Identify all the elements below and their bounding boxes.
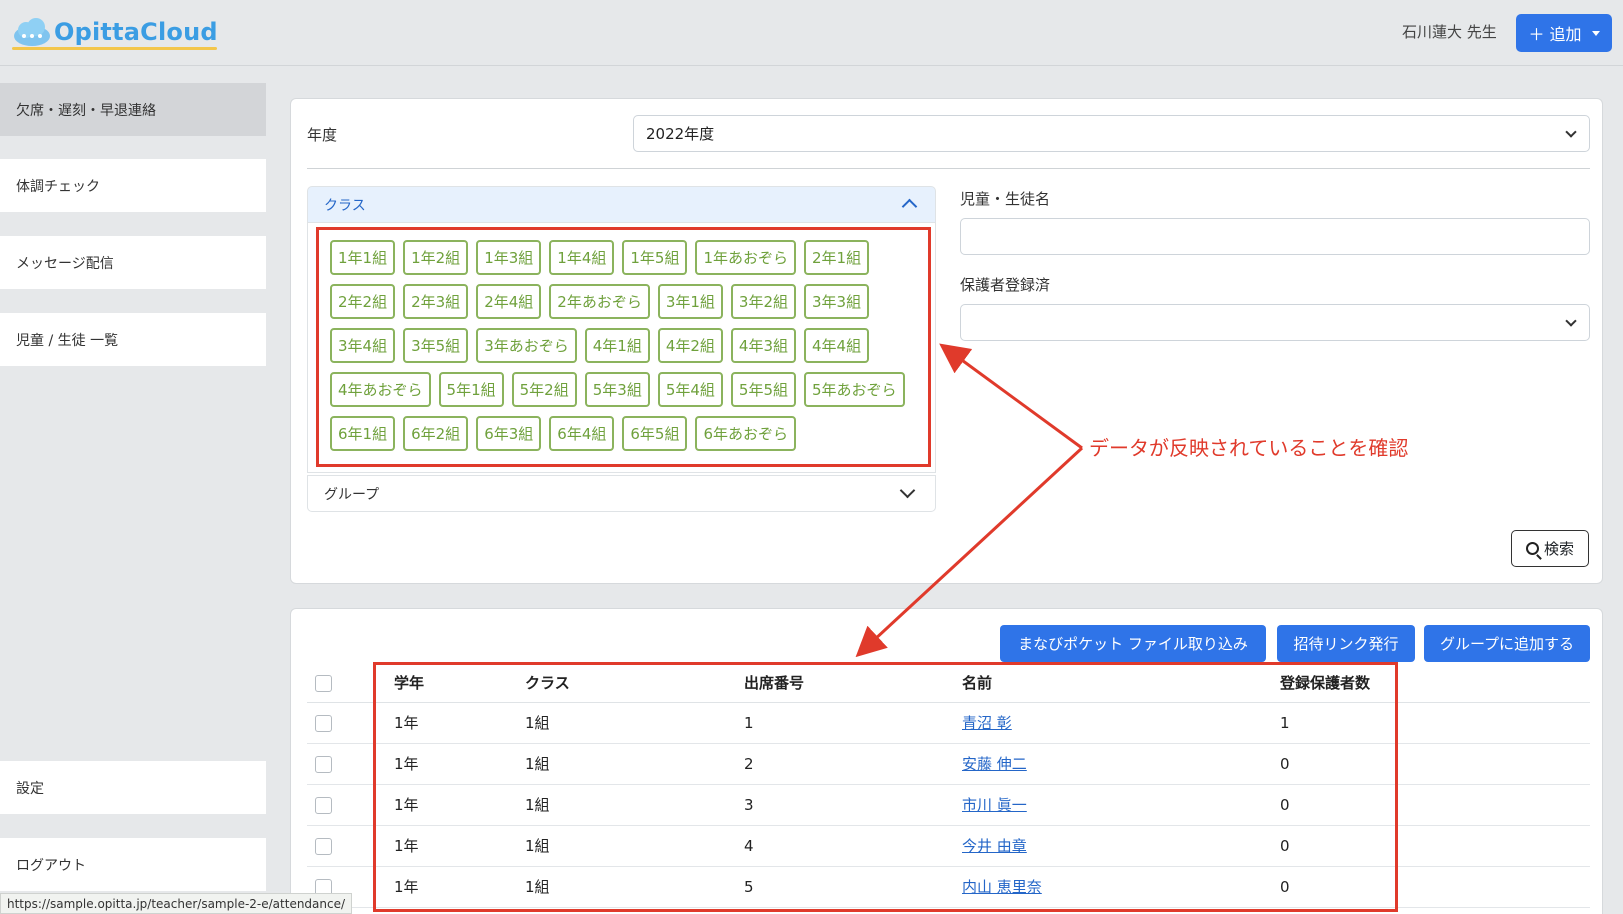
sidebar-item-health-check[interactable]: 体調チェック xyxy=(0,159,266,212)
class-accordion-title: クラス xyxy=(324,197,366,214)
logo-underline xyxy=(12,47,217,50)
app-logo[interactable]: OpittaCloud xyxy=(12,16,218,50)
add-button[interactable]: ＋ 追加 xyxy=(1516,14,1612,52)
import-file-button[interactable]: まなびポケット ファイル取り込み xyxy=(1000,625,1266,662)
add-button-label: ＋ 追加 xyxy=(1528,25,1582,44)
year-select-value: 2022年度 xyxy=(646,125,715,143)
sidebar-item-logout[interactable]: ログアウト xyxy=(0,838,266,891)
teacher-name: 石川蓮大 先生 xyxy=(1402,23,1497,41)
chevron-up-icon xyxy=(901,198,918,215)
group-accordion-title: グループ xyxy=(324,486,380,503)
cloud-logo-icon xyxy=(12,16,52,48)
search-button-label: 検索 xyxy=(1543,540,1574,558)
sidebar-item-label: 設定 xyxy=(16,780,44,797)
student-name-input[interactable] xyxy=(960,218,1590,255)
year-select[interactable]: 2022年度 xyxy=(633,115,1590,152)
sidebar-item-label: 欠席・遅刻・早退連絡 xyxy=(16,102,156,119)
sidebar-item-label: 体調チェック xyxy=(16,178,100,195)
class-accordion-header[interactable]: クラス xyxy=(307,186,936,223)
add-to-group-button[interactable]: グループに追加する xyxy=(1424,625,1590,662)
logo-text: OpittaCloud xyxy=(54,18,218,46)
guardian-registered-label: 保護者登録済 xyxy=(960,276,1051,294)
search-icon xyxy=(1525,542,1539,555)
sidebar-item-students[interactable]: 児童 / 生徒 一覧 xyxy=(0,313,266,366)
chevron-down-icon xyxy=(899,482,916,499)
top-header: OpittaCloud 石川蓮大 先生 ＋ 追加 xyxy=(0,0,1623,66)
sidebar-item-messages[interactable]: メッセージ配信 xyxy=(0,236,266,289)
annotation-text: データが反映されていることを確認 xyxy=(1089,436,1409,460)
status-bar-url: https://sample.opitta.jp/teacher/sample-… xyxy=(0,893,353,914)
sidebar-item-attendance[interactable]: 欠席・遅刻・早退連絡 xyxy=(0,83,266,136)
invite-link-button[interactable]: 招待リンク発行 xyxy=(1277,625,1415,662)
guardian-registered-select[interactable] xyxy=(960,304,1590,341)
divider xyxy=(307,168,1590,169)
row-checkbox[interactable] xyxy=(315,837,332,855)
row-checkbox[interactable] xyxy=(315,796,332,814)
year-label: 年度 xyxy=(307,126,338,144)
caret-down-icon xyxy=(1591,30,1600,36)
row-checkbox[interactable] xyxy=(315,714,332,732)
chevron-down-icon xyxy=(1565,126,1577,138)
select-all-checkbox[interactable] xyxy=(315,674,332,692)
group-accordion-header[interactable]: グループ xyxy=(307,475,936,512)
search-button[interactable]: 検索 xyxy=(1511,530,1589,567)
table-highlight-box xyxy=(373,662,1398,912)
student-name-label: 児童・生徒名 xyxy=(960,190,1051,208)
sidebar-item-settings[interactable]: 設定 xyxy=(0,761,266,814)
chevron-down-icon xyxy=(1565,315,1577,327)
sidebar-item-label: メッセージ配信 xyxy=(16,255,114,272)
class-chips-highlight-box xyxy=(316,227,931,467)
row-checkbox[interactable] xyxy=(315,755,332,773)
sidebar-item-label: ログアウト xyxy=(16,857,86,874)
sidebar: 欠席・遅刻・早退連絡 体調チェック メッセージ配信 児童 / 生徒 一覧 設定 … xyxy=(0,66,266,914)
sidebar-item-label: 児童 / 生徒 一覧 xyxy=(16,332,119,349)
